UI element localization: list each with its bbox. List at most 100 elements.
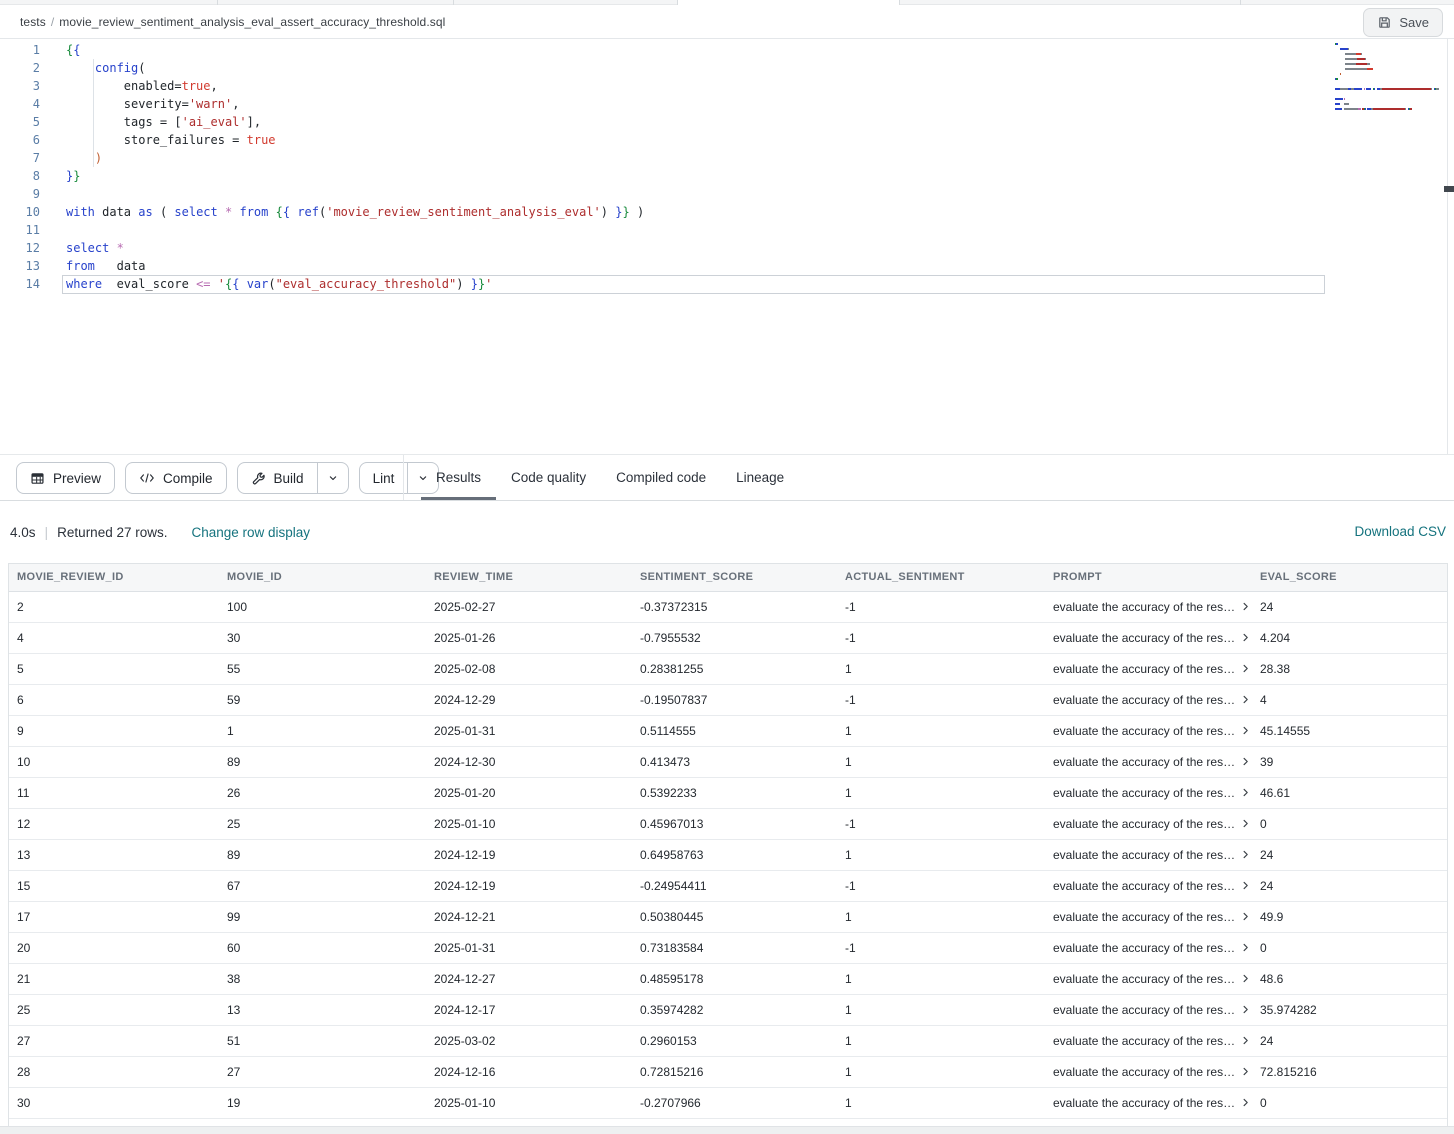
- table-cell: 21: [9, 963, 219, 994]
- eval-score-cell: 46.61: [1252, 777, 1447, 808]
- prompt-expand-chevron-icon[interactable]: [1240, 601, 1251, 612]
- table-row: 15672024-12-19-0.24954411-1evaluate the …: [9, 870, 1447, 901]
- tab-lineage[interactable]: Lineage: [721, 455, 799, 500]
- prompt-cell: evaluate the accuracy of the res…: [1045, 715, 1252, 746]
- change-row-display-link[interactable]: Change row display: [191, 525, 310, 540]
- table-cell: 4: [9, 622, 219, 653]
- prompt-expand-chevron-icon[interactable]: [1240, 911, 1251, 922]
- prompt-expand-chevron-icon[interactable]: [1240, 756, 1251, 767]
- table-body: 21002025-02-27-0.37372315-1evaluate the …: [9, 591, 1447, 1126]
- table-cell: 0.5114555: [632, 715, 837, 746]
- table-cell: 25: [9, 994, 219, 1025]
- table-cell: 0.5392233: [632, 777, 837, 808]
- table-cell: 1: [837, 777, 1045, 808]
- breadcrumb-folder: tests: [20, 15, 46, 29]
- eval-score-cell: 35.974282: [1252, 994, 1447, 1025]
- tab-compiled-code[interactable]: Compiled code: [601, 455, 721, 500]
- prompt-preview-text: evaluate the accuracy of the res…: [1053, 662, 1235, 676]
- code-line-4[interactable]: 4 severity='warn',: [0, 95, 1454, 113]
- prompt-preview-text: evaluate the accuracy of the res…: [1053, 724, 1235, 738]
- table-row: 5552025-02-080.283812551evaluate the acc…: [9, 653, 1447, 684]
- minimap-line: [1335, 108, 1445, 110]
- minimap-line: [1335, 53, 1445, 55]
- horizontal-scrollbar[interactable]: [0, 1126, 1454, 1134]
- code-line-3[interactable]: 3 enabled=true,: [0, 77, 1454, 95]
- prompt-expand-chevron-icon[interactable]: [1240, 942, 1251, 953]
- prompt-expand-chevron-icon[interactable]: [1240, 1066, 1251, 1077]
- download-csv-link[interactable]: Download CSV: [1354, 524, 1446, 539]
- table-cell: 1: [219, 715, 426, 746]
- prompt-expand-chevron-icon[interactable]: [1240, 818, 1251, 829]
- tab-code-quality[interactable]: Code quality: [496, 455, 601, 500]
- editor-scrollbar-marker[interactable]: [1444, 186, 1454, 192]
- action-toolbar: Preview Compile Build: [0, 455, 1454, 501]
- eval-score-cell: 0: [1252, 808, 1447, 839]
- line-number: 7: [0, 149, 40, 167]
- prompt-expand-chevron-icon[interactable]: [1240, 1004, 1251, 1015]
- prompt-cell: evaluate the accuracy of the res…: [1045, 1056, 1252, 1087]
- sql-editor[interactable]: 1{{2 config(3 enabled=true,4 severity='w…: [0, 39, 1454, 455]
- table-cell: 51: [219, 1025, 426, 1056]
- code-line-7[interactable]: 7 ): [0, 149, 1454, 167]
- code-line-13[interactable]: 13from data: [0, 257, 1454, 275]
- table-cell: 0.48595178: [632, 963, 837, 994]
- table-row: 912025-01-310.51145551evaluate the accur…: [9, 715, 1447, 746]
- prompt-expand-chevron-icon[interactable]: [1240, 973, 1251, 984]
- code-line-2[interactable]: 2 config(: [0, 59, 1454, 77]
- prompt-cell: evaluate the accuracy of the res…: [1045, 932, 1252, 963]
- prompt-cell: evaluate the accuracy of the res…: [1045, 684, 1252, 715]
- prompt-cell: evaluate the accuracy of the res…: [1045, 746, 1252, 777]
- table-cell: 30: [219, 622, 426, 653]
- save-icon: [1377, 15, 1392, 30]
- tab-results[interactable]: Results: [421, 455, 496, 500]
- prompt-cell: evaluate the accuracy of the res…: [1045, 591, 1252, 622]
- table-cell: 89: [219, 839, 426, 870]
- table-cell: 1: [837, 1087, 1045, 1118]
- table-cell: 1: [837, 901, 1045, 932]
- table-cell: -1: [837, 808, 1045, 839]
- table-cell: 2025-02-27: [426, 591, 632, 622]
- code-line-14[interactable]: 14where eval_score <= '{{ var("eval_accu…: [0, 275, 1454, 293]
- line-number: 8: [0, 167, 40, 185]
- prompt-expand-chevron-icon[interactable]: [1240, 632, 1251, 643]
- code-line-5[interactable]: 5 tags = ['ai_eval'],: [0, 113, 1454, 131]
- preview-button[interactable]: Preview: [16, 462, 115, 494]
- save-button[interactable]: Save: [1363, 8, 1443, 37]
- editor-minimap[interactable]: [1335, 43, 1445, 113]
- preview-label: Preview: [53, 471, 101, 486]
- build-dropdown-button[interactable]: [317, 463, 348, 493]
- column-header-movie_id: MOVIE_ID: [219, 564, 426, 591]
- table-cell: -0.24954411: [632, 870, 837, 901]
- code-line-1[interactable]: 1{{: [0, 41, 1454, 59]
- prompt-expand-chevron-icon[interactable]: [1240, 725, 1251, 736]
- compile-button[interactable]: Compile: [125, 462, 227, 494]
- code-line-10[interactable]: 10with data as ( select * from {{ ref('m…: [0, 203, 1454, 221]
- code-line-8[interactable]: 8}}: [0, 167, 1454, 185]
- code-line-12[interactable]: 12select *: [0, 239, 1454, 257]
- prompt-expand-chevron-icon[interactable]: [1240, 787, 1251, 798]
- minimap-line: [1335, 58, 1445, 60]
- prompt-expand-chevron-icon[interactable]: [1240, 694, 1251, 705]
- code-line-11[interactable]: 11: [0, 221, 1454, 239]
- table-cell: 0.72815216: [632, 1056, 837, 1087]
- table-cell: 0.64958763: [632, 839, 837, 870]
- code-line-9[interactable]: 9: [0, 185, 1454, 203]
- table-cell: 0.2960153: [632, 1025, 837, 1056]
- table-cell: 99: [219, 901, 426, 932]
- prompt-expand-chevron-icon[interactable]: [1240, 1035, 1251, 1046]
- table-cell: 0.38673702: [632, 1118, 837, 1126]
- table-cell: 0.413473: [632, 746, 837, 777]
- prompt-preview-text: evaluate the accuracy of the res…: [1053, 910, 1235, 924]
- eval-score-cell: 4: [1252, 684, 1447, 715]
- prompt-expand-chevron-icon[interactable]: [1240, 880, 1251, 891]
- prompt-expand-chevron-icon[interactable]: [1240, 849, 1251, 860]
- lint-button[interactable]: Lint: [360, 463, 408, 493]
- prompt-cell: evaluate the accuracy of the res…: [1045, 839, 1252, 870]
- prompt-expand-chevron-icon[interactable]: [1240, 663, 1251, 674]
- table-cell: 0.28381255: [632, 653, 837, 684]
- build-button[interactable]: Build: [238, 463, 317, 493]
- prompt-expand-chevron-icon[interactable]: [1240, 1097, 1251, 1108]
- code-line-6[interactable]: 6 store_failures = true: [0, 131, 1454, 149]
- table-cell: 2025-02-08: [426, 653, 632, 684]
- table-cell: 2024-12-21: [426, 901, 632, 932]
